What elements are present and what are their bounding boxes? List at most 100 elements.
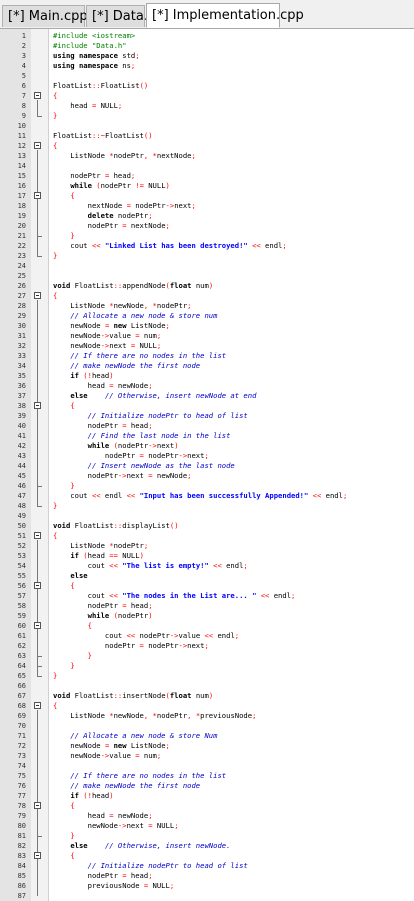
- code-text[interactable]: // Insert newNode as the last node: [53, 461, 235, 471]
- code-text[interactable]: while (nodePtr != NULL): [53, 181, 170, 191]
- code-text[interactable]: void FloatList::displayList(): [53, 521, 179, 531]
- collapse-icon[interactable]: [34, 92, 41, 99]
- code-text[interactable]: FloatList::FloatList(): [53, 81, 148, 91]
- code-line[interactable]: 69 ListNode *newNode, *nodePtr, *previou…: [0, 711, 414, 721]
- code-text[interactable]: newNode->next = NULL;: [53, 821, 179, 831]
- code-line[interactable]: 44 // Insert newNode as the last node: [0, 461, 414, 471]
- code-line[interactable]: 45 nodePtr->next = newNode;: [0, 471, 414, 481]
- code-text[interactable]: if (!head): [53, 791, 113, 801]
- code-text[interactable]: {: [53, 91, 57, 101]
- code-line[interactable]: 59 while (nodePtr): [0, 611, 414, 621]
- code-text[interactable]: nodePtr = nextNode;: [53, 221, 170, 231]
- code-line[interactable]: 37 else // Otherwise, insert newNode at …: [0, 391, 414, 401]
- code-line[interactable]: 4 using namespace ns;: [0, 61, 414, 71]
- code-line[interactable]: 64 }: [0, 661, 414, 671]
- code-line[interactable]: 39 // Initialize nodePtr to head of list: [0, 411, 414, 421]
- code-line[interactable]: 77 if (!head): [0, 791, 414, 801]
- code-text[interactable]: {: [53, 851, 74, 861]
- code-line[interactable]: 12 {: [0, 141, 414, 151]
- code-line[interactable]: 87: [0, 891, 414, 901]
- code-line[interactable]: 6 FloatList::FloatList(): [0, 81, 414, 91]
- code-text[interactable]: // make newNode the first node: [53, 781, 200, 791]
- code-line[interactable]: 20 nodePtr = nextNode;: [0, 221, 414, 231]
- code-line[interactable]: 14: [0, 161, 414, 171]
- collapse-icon[interactable]: [34, 852, 41, 859]
- code-text[interactable]: #include <iostream>: [53, 31, 135, 41]
- code-line[interactable]: 9}: [0, 111, 414, 121]
- code-line[interactable]: 11 FloatList::~FloatList(): [0, 131, 414, 141]
- code-line[interactable]: 79 head = newNode;: [0, 811, 414, 821]
- code-text[interactable]: ListNode *newNode, *nodePtr;: [53, 301, 191, 311]
- code-line[interactable]: 54 cout << "The list is empty!" << endl;: [0, 561, 414, 571]
- code-line[interactable]: 67 void FloatList::insertNode(float num): [0, 691, 414, 701]
- code-line[interactable]: 15 nodePtr = head;: [0, 171, 414, 181]
- tab-main-cpp[interactable]: [*] Main.cpp: [2, 5, 88, 27]
- tab-implementation-cpp[interactable]: [*] Implementation.cpp: [146, 3, 304, 28]
- code-text[interactable]: // Initialize nodePtr to head of list: [53, 411, 248, 421]
- code-text[interactable]: head = newNode;: [53, 811, 153, 821]
- code-line[interactable]: 61 cout << nodePtr->value << endl;: [0, 631, 414, 641]
- code-text[interactable]: // Initialize nodePtr to head of list: [53, 861, 248, 871]
- tab-data-h[interactable]: [*] Data.h: [86, 5, 156, 27]
- code-line[interactable]: 75 // If there are no nodes in the list: [0, 771, 414, 781]
- code-line[interactable]: 49: [0, 511, 414, 521]
- code-text[interactable]: }: [53, 671, 57, 681]
- code-line[interactable]: 83 {: [0, 851, 414, 861]
- collapse-icon[interactable]: [34, 192, 41, 199]
- code-line[interactable]: 24: [0, 261, 414, 271]
- code-line[interactable]: 70: [0, 721, 414, 731]
- code-line[interactable]: 30 newNode = new ListNode;: [0, 321, 414, 331]
- code-text[interactable]: else // Otherwise, insert newNode at end: [53, 391, 256, 401]
- code-line[interactable]: 63 }: [0, 651, 414, 661]
- code-line[interactable]: 42 while (nodePtr->next): [0, 441, 414, 451]
- code-line[interactable]: 65}: [0, 671, 414, 681]
- code-text[interactable]: head = newNode;: [53, 381, 153, 391]
- code-line[interactable]: 1 #include <iostream>: [0, 31, 414, 41]
- code-text[interactable]: }: [53, 111, 57, 121]
- code-text[interactable]: nodePtr = head;: [53, 601, 153, 611]
- code-editor[interactable]: 1 #include <iostream> 2 #include "Data.h" 3 u…: [0, 29, 414, 901]
- code-text[interactable]: void FloatList::insertNode(float num): [53, 691, 213, 701]
- code-text[interactable]: head = NULL;: [53, 101, 122, 111]
- code-text[interactable]: void FloatList::appendNode(float num): [53, 281, 213, 291]
- code-text[interactable]: newNode->value = num;: [53, 751, 161, 761]
- code-text[interactable]: {: [53, 581, 74, 591]
- code-text[interactable]: while (nodePtr): [53, 611, 153, 621]
- code-text[interactable]: nextNode = nodePtr->next;: [53, 201, 196, 211]
- code-line[interactable]: 55 else: [0, 571, 414, 581]
- code-text[interactable]: // Allocate a new node & store Num: [53, 731, 217, 741]
- code-line[interactable]: 35 if (!head): [0, 371, 414, 381]
- code-line[interactable]: 34 // make newNode the first node: [0, 361, 414, 371]
- code-text[interactable]: delete nodePtr;: [53, 211, 153, 221]
- code-text[interactable]: // Allocate a new node & store num: [53, 311, 217, 321]
- code-line[interactable]: 60 {: [0, 621, 414, 631]
- code-text[interactable]: nodePtr = nodePtr->next;: [53, 641, 209, 651]
- code-text[interactable]: {: [53, 701, 57, 711]
- code-line[interactable]: 84 // Initialize nodePtr to head of list: [0, 861, 414, 871]
- code-text[interactable]: ListNode *nodePtr, *nextNode;: [53, 151, 196, 161]
- code-line[interactable]: 52 ListNode *nodePtr;: [0, 541, 414, 551]
- code-text[interactable]: ListNode *nodePtr;: [53, 541, 148, 551]
- code-text[interactable]: newNode->value = num;: [53, 331, 161, 341]
- code-text[interactable]: }: [53, 231, 74, 241]
- code-line[interactable]: 27 {: [0, 291, 414, 301]
- code-line[interactable]: 56 {: [0, 581, 414, 591]
- code-line[interactable]: 2 #include "Data.h": [0, 41, 414, 51]
- code-text[interactable]: }: [53, 661, 74, 671]
- code-text[interactable]: newNode->next = NULL;: [53, 341, 161, 351]
- code-text[interactable]: nodePtr = head;: [53, 421, 153, 431]
- code-line[interactable]: 8 head = NULL;: [0, 101, 414, 111]
- code-line[interactable]: 40 nodePtr = head;: [0, 421, 414, 431]
- code-line[interactable]: 26 void FloatList::appendNode(float num): [0, 281, 414, 291]
- code-text[interactable]: {: [53, 291, 57, 301]
- code-text[interactable]: cout << "The nodes in the List are... " …: [53, 591, 296, 601]
- code-line[interactable]: 46 }: [0, 481, 414, 491]
- collapse-icon[interactable]: [34, 622, 41, 629]
- code-text[interactable]: using namespace std;: [53, 51, 140, 61]
- code-line[interactable]: 21 }: [0, 231, 414, 241]
- collapse-icon[interactable]: [34, 532, 41, 539]
- code-line[interactable]: 31 newNode->value = num;: [0, 331, 414, 341]
- code-line[interactable]: 57 cout << "The nodes in the List are...…: [0, 591, 414, 601]
- code-text[interactable]: // Find the last node in the list: [53, 431, 231, 441]
- code-line[interactable]: 3 using namespace std;: [0, 51, 414, 61]
